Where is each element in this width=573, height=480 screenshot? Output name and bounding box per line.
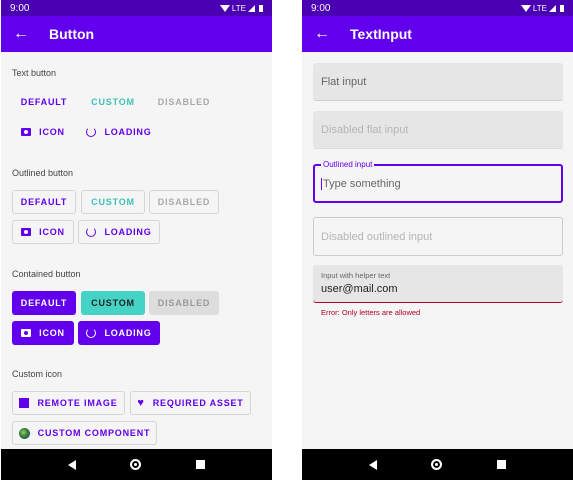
contained-disabled-button: DISABLED bbox=[149, 291, 219, 315]
status-icons: LTE bbox=[520, 3, 564, 13]
back-arrow-icon[interactable]: ← bbox=[13, 25, 35, 43]
flat-input-placeholder: Flat input bbox=[321, 75, 367, 88]
section-title-contained-button: Contained button bbox=[12, 269, 81, 279]
error-message: Error: Only letters are allowed bbox=[321, 308, 421, 317]
outlined-input-placeholder: Type something bbox=[323, 177, 401, 190]
camera-icon bbox=[21, 128, 32, 136]
text-loading-button-label: LOADING bbox=[104, 127, 152, 137]
nav-back-icon[interactable] bbox=[369, 459, 378, 470]
section-title-outlined-button: Outlined button bbox=[12, 168, 74, 178]
camera-icon bbox=[21, 228, 32, 236]
section-title-custom-icon: Custom icon bbox=[12, 369, 63, 379]
outlined-input-label: Outlined input bbox=[321, 160, 375, 169]
outlined-input[interactable]: Outlined input Type something bbox=[313, 160, 563, 203]
status-time: 9:00 bbox=[311, 2, 331, 14]
outlined-default-button[interactable]: DEFAULT bbox=[12, 190, 76, 214]
status-bar: 9:00 LTE bbox=[302, 0, 573, 16]
signal-icon bbox=[248, 4, 255, 12]
battery-icon bbox=[259, 4, 263, 12]
contained-loading-button-label: LOADING bbox=[104, 328, 152, 338]
remote-image-button-label: REMOTE IMAGE bbox=[37, 398, 118, 408]
loading-spinner-icon bbox=[86, 328, 97, 338]
disabled-outlined-input-placeholder: Disabled outlined input bbox=[321, 230, 433, 243]
contained-icon-button[interactable]: ICON bbox=[12, 321, 74, 345]
system-nav-bar bbox=[1, 449, 272, 480]
nav-back-icon[interactable] bbox=[68, 459, 77, 470]
wifi-icon bbox=[219, 4, 230, 12]
disabled-outlined-input: Disabled outlined input bbox=[313, 217, 563, 256]
helper-input-label: Input with helper text bbox=[321, 271, 391, 280]
custom-component-button-label: CUSTOM COMPONENT bbox=[37, 428, 151, 438]
status-time: 9:00 bbox=[10, 2, 30, 14]
textinput-list: Flat input Disabled flat input Outlined … bbox=[302, 52, 573, 449]
outlined-icon-button[interactable]: ICON bbox=[12, 220, 74, 244]
nav-home-icon[interactable] bbox=[431, 459, 443, 470]
text-default-button[interactable]: DEFAULT bbox=[12, 90, 76, 114]
required-asset-button-label: REQUIRED ASSET bbox=[152, 398, 244, 408]
custom-component-button[interactable]: CUSTOM COMPONENT bbox=[12, 421, 157, 445]
outlined-disabled-button: DISABLED bbox=[149, 190, 219, 214]
page-title: Button bbox=[49, 26, 95, 42]
system-nav-bar bbox=[302, 449, 573, 480]
helper-text-input[interactable]: Input with helper text user@mail.com bbox=[313, 265, 563, 303]
disabled-flat-input: Disabled flat input bbox=[313, 111, 563, 149]
text-disabled-button: DISABLED bbox=[157, 97, 211, 107]
remote-image-button[interactable]: REMOTE IMAGE bbox=[12, 391, 125, 415]
globe-icon bbox=[18, 427, 30, 439]
page-title: TextInput bbox=[350, 26, 412, 42]
loading-spinner-icon bbox=[86, 127, 97, 137]
app-bar: ← TextInput bbox=[302, 16, 573, 52]
status-icons: LTE bbox=[219, 3, 263, 13]
contained-default-button[interactable]: DEFAULT bbox=[12, 291, 76, 315]
required-asset-button[interactable]: ♥ REQUIRED ASSET bbox=[130, 391, 251, 415]
outlined-loading-button[interactable]: LOADING bbox=[78, 220, 160, 244]
text-icon-button-label: ICON bbox=[39, 127, 65, 137]
text-cursor bbox=[321, 177, 322, 190]
network-label: LTE bbox=[231, 3, 246, 13]
remote-image-icon bbox=[19, 398, 30, 408]
disabled-flat-input-placeholder: Disabled flat input bbox=[321, 123, 409, 136]
outlined-loading-button-label: LOADING bbox=[104, 227, 152, 237]
battery-icon bbox=[560, 4, 564, 12]
text-custom-button[interactable]: CUSTOM bbox=[81, 90, 145, 114]
button-list: Text button DEFAULT CUSTOM DISABLED ICON… bbox=[1, 52, 272, 449]
outlined-custom-button[interactable]: CUSTOM bbox=[81, 190, 145, 214]
nav-home-icon[interactable] bbox=[130, 459, 142, 470]
back-arrow-icon[interactable]: ← bbox=[314, 25, 336, 43]
textinput-screen: 9:00 LTE ← TextInput Flat input Disabled… bbox=[302, 0, 573, 480]
contained-icon-button-label: ICON bbox=[39, 328, 65, 338]
section-title-text-button: Text button bbox=[12, 68, 57, 78]
network-label: LTE bbox=[532, 3, 547, 13]
contained-custom-button[interactable]: CUSTOM bbox=[81, 291, 145, 315]
helper-input-value: user@mail.com bbox=[321, 283, 398, 295]
wifi-icon bbox=[520, 4, 531, 12]
text-icon-button[interactable]: ICON bbox=[12, 120, 74, 144]
status-bar: 9:00 LTE bbox=[1, 0, 272, 16]
camera-icon bbox=[21, 329, 32, 337]
outlined-icon-button-label: ICON bbox=[39, 227, 65, 237]
nav-recents-icon[interactable] bbox=[195, 460, 205, 469]
text-loading-button[interactable]: LOADING bbox=[78, 120, 160, 144]
app-bar: ← Button bbox=[1, 16, 272, 52]
loading-spinner-icon bbox=[86, 227, 97, 237]
flat-input[interactable]: Flat input bbox=[313, 63, 563, 101]
heart-icon: ♥ bbox=[137, 397, 145, 409]
signal-icon bbox=[549, 4, 556, 12]
nav-recents-icon[interactable] bbox=[496, 460, 506, 469]
contained-loading-button[interactable]: LOADING bbox=[78, 321, 160, 345]
button-screen: 9:00 LTE ← Button Text button DEFAULT CU… bbox=[1, 0, 272, 480]
